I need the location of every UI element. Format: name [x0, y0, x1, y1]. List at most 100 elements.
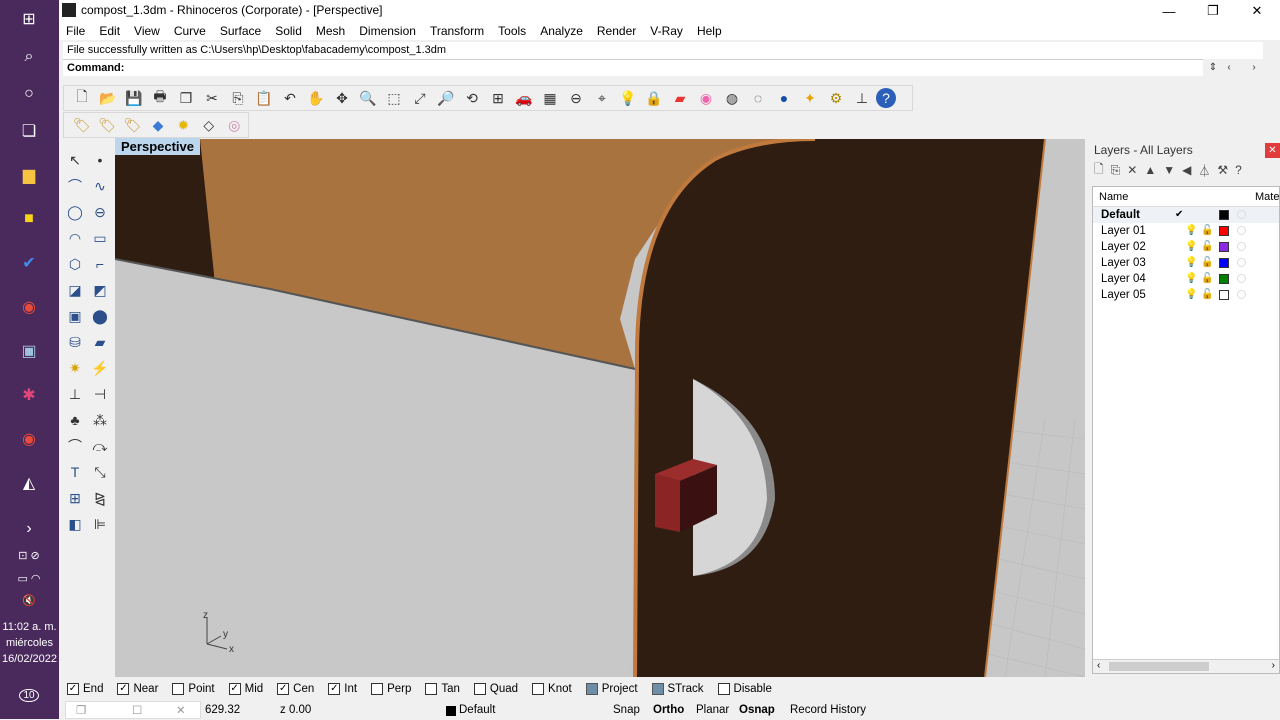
- mesh-icon[interactable]: ▰: [88, 330, 112, 354]
- perspective-viewport[interactable]: z y x: [115, 139, 1085, 677]
- clock-day[interactable]: miércoles: [0, 635, 59, 651]
- horizontal-scrollbar[interactable]: ‹ ›: [1093, 659, 1279, 673]
- osnap-checkbox[interactable]: [277, 683, 290, 695]
- sticky-notes-icon[interactable]: ■: [14, 204, 44, 234]
- unlock-icon[interactable]: 🔓: [1201, 271, 1213, 287]
- menu-file[interactable]: File: [59, 22, 92, 40]
- layer-material-icon[interactable]: [1237, 274, 1246, 283]
- osnap-option[interactable]: Tan: [425, 683, 460, 695]
- osnap-checkbox[interactable]: [651, 683, 664, 695]
- layer-color-swatch[interactable]: [1219, 242, 1229, 252]
- maximize-icon[interactable]: ☐: [132, 702, 142, 720]
- tools-icon[interactable]: ⚒: [1217, 163, 1228, 177]
- osnap-option[interactable]: Point: [172, 683, 215, 695]
- surface-tools-icon[interactable]: ◩: [88, 278, 112, 302]
- undo-icon[interactable]: ↶: [278, 87, 302, 109]
- gear-icon[interactable]: ⚙: [824, 87, 848, 109]
- light-bulb-icon[interactable]: 💡: [1185, 255, 1197, 271]
- layer-name[interactable]: Layer 05: [1101, 287, 1146, 303]
- open-file-icon[interactable]: 📂: [96, 87, 120, 109]
- light-bulb-icon[interactable]: 💡: [1185, 271, 1197, 287]
- vray-tag2-icon[interactable]: 🏷: [95, 114, 118, 136]
- offset-icon[interactable]: ⤼: [88, 434, 112, 458]
- osnap-option[interactable]: Int: [328, 683, 357, 695]
- polyline-icon[interactable]: ⌒: [63, 174, 87, 198]
- osnap-option[interactable]: Quad: [473, 683, 518, 695]
- layer-name[interactable]: Layer 02: [1101, 239, 1146, 255]
- menu-edit[interactable]: Edit: [92, 22, 127, 40]
- move-icon[interactable]: ✥: [330, 87, 354, 109]
- mirror-icon[interactable]: ⧎: [88, 486, 112, 510]
- move-down-icon[interactable]: ▼: [1163, 163, 1175, 177]
- vray-badge-icon[interactable]: ◎: [223, 114, 246, 136]
- layer-row[interactable]: Default ✔: [1093, 207, 1279, 223]
- copy-icon[interactable]: ⎘: [226, 87, 250, 109]
- osnap-checkbox[interactable]: [371, 683, 384, 695]
- osnap-option[interactable]: End: [67, 683, 103, 695]
- paste-icon[interactable]: 📋: [252, 87, 276, 109]
- layer-row[interactable]: Layer 02 💡 🔓: [1093, 239, 1279, 255]
- zoom-icon[interactable]: 🔍: [356, 87, 380, 109]
- four-viewports-icon[interactable]: ⊞: [486, 87, 510, 109]
- layer-name[interactable]: Layer 04: [1101, 271, 1146, 287]
- select-arrow-icon[interactable]: ↖: [63, 148, 87, 172]
- scroll-thumb[interactable]: [1109, 662, 1209, 671]
- chevron-left-icon[interactable]: ‹: [1222, 60, 1236, 75]
- solid-box-icon[interactable]: ◧: [63, 512, 87, 536]
- rotate-view-icon[interactable]: ⟲: [460, 87, 484, 109]
- dimension-tool-icon[interactable]: ⊫: [88, 512, 112, 536]
- menu-dimension[interactable]: Dimension: [352, 22, 423, 40]
- color-wheel-icon[interactable]: ◉: [694, 87, 718, 109]
- menu-view[interactable]: View: [127, 22, 167, 40]
- fillet-curve-icon[interactable]: ⌐: [88, 252, 112, 276]
- cylinder-icon[interactable]: ⛁: [63, 330, 87, 354]
- unlock-icon[interactable]: 🔓: [1201, 287, 1213, 303]
- menu-curve[interactable]: Curve: [167, 22, 213, 40]
- ortho-toggle[interactable]: Ortho: [653, 701, 684, 719]
- properties-icon[interactable]: ❐: [174, 87, 198, 109]
- layer-row[interactable]: Layer 03 💡 🔓: [1093, 255, 1279, 271]
- save-icon[interactable]: 💾: [122, 87, 146, 109]
- osnap-option[interactable]: Perp: [371, 683, 411, 695]
- render-sphere-icon[interactable]: ●: [772, 87, 796, 109]
- group-icon[interactable]: ♣: [63, 408, 87, 432]
- move-up-icon[interactable]: ▲: [1144, 163, 1156, 177]
- column-material[interactable]: Mater: [1255, 187, 1280, 207]
- layer-material-icon[interactable]: [1237, 242, 1246, 251]
- planar-toggle[interactable]: Planar: [696, 701, 729, 719]
- record-history-toggle[interactable]: Record History: [790, 701, 866, 719]
- maximize-button[interactable]: ❐: [1191, 0, 1235, 22]
- layer-name[interactable]: Layer 01: [1101, 223, 1146, 239]
- help-icon[interactable]: ?: [1235, 163, 1242, 177]
- volume-tray-icon[interactable]: 🔇: [14, 585, 44, 615]
- scale-icon[interactable]: ⤡: [88, 460, 112, 484]
- layer-material-icon[interactable]: [1237, 210, 1246, 219]
- surface-icon[interactable]: ◪: [63, 278, 87, 302]
- osnap-checkbox[interactable]: [585, 683, 598, 695]
- viewport-title-tab[interactable]: Perspective: [115, 138, 200, 155]
- zoom-window-icon[interactable]: ⬚: [382, 87, 406, 109]
- clock-date[interactable]: 16/02/2022: [0, 651, 59, 667]
- osnap-option[interactable]: Project: [585, 683, 638, 695]
- explode-icon[interactable]: ⁂: [88, 408, 112, 432]
- trim-icon[interactable]: ⊣: [88, 382, 112, 406]
- close-icon[interactable]: ✕: [176, 702, 186, 720]
- task-view-icon[interactable]: ❏: [14, 116, 44, 146]
- osnap-toggle[interactable]: Osnap: [739, 701, 775, 719]
- scroll-right-icon[interactable]: ›: [1272, 660, 1275, 671]
- slack-icon[interactable]: ✱: [14, 380, 44, 410]
- layer-color-swatch[interactable]: [1219, 210, 1229, 220]
- grid-plane-icon[interactable]: ▦: [538, 87, 562, 109]
- filter-icon[interactable]: ⏃: [1198, 162, 1210, 179]
- osnap-checkbox[interactable]: [473, 683, 486, 695]
- layer-material-icon[interactable]: [1237, 290, 1246, 299]
- layer-color-swatch[interactable]: [1219, 274, 1229, 284]
- zoom-extents-icon[interactable]: ⤢: [408, 87, 432, 109]
- menu-transform[interactable]: Transform: [423, 22, 491, 40]
- search-icon[interactable]: ⌕: [14, 42, 44, 72]
- unlock-icon[interactable]: 🔓: [1201, 223, 1213, 239]
- layer-name[interactable]: Layer 03: [1101, 255, 1146, 271]
- osnap-option[interactable]: STrack: [651, 683, 704, 695]
- polygon-icon[interactable]: ⬡: [63, 252, 87, 276]
- osnap-checkbox[interactable]: [532, 683, 545, 695]
